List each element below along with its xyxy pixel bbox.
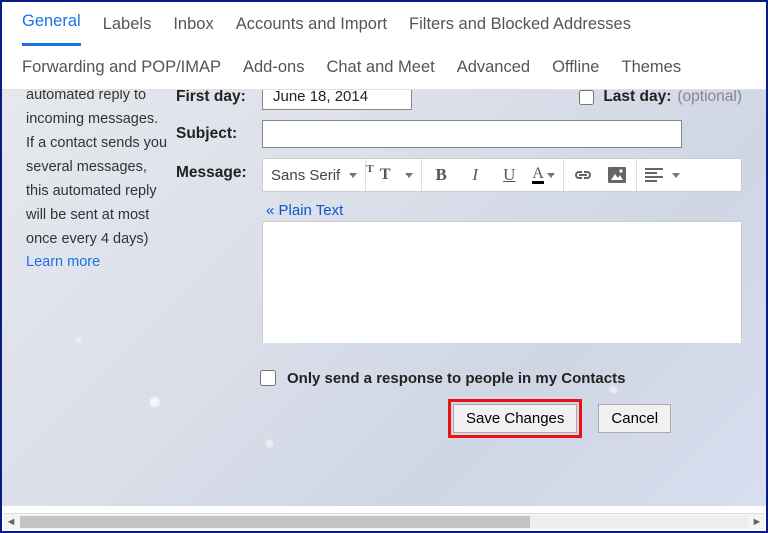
tab-accounts-import[interactable]: Accounts and Import	[236, 15, 387, 46]
insert-image-button[interactable]	[606, 159, 628, 191]
last-day-optional-hint: (optional)	[677, 90, 742, 106]
last-day-label: Last day:	[603, 90, 671, 106]
tab-chat-meet[interactable]: Chat and Meet	[326, 58, 434, 89]
tab-labels[interactable]: Labels	[103, 15, 152, 46]
contacts-only-checkbox[interactable]	[260, 370, 276, 386]
horizontal-scrollbar[interactable]: ◄ ►	[4, 513, 764, 529]
vacation-responder-description: automated reply to incoming messages. If…	[26, 90, 176, 275]
settings-tabs: General Labels Inbox Accounts and Import…	[2, 2, 766, 90]
underline-button[interactable]: U	[498, 159, 520, 191]
settings-content: automated reply to incoming messages. If…	[2, 90, 766, 506]
first-day-label: First day:	[176, 90, 262, 106]
scrollbar-track[interactable]	[20, 516, 748, 528]
link-icon	[573, 169, 593, 181]
scrollbar-thumb[interactable]	[20, 516, 530, 528]
message-label: Message:	[176, 158, 262, 182]
last-day-checkbox[interactable]	[579, 90, 594, 105]
tab-themes[interactable]: Themes	[621, 58, 681, 89]
tab-filters-blocked[interactable]: Filters and Blocked Addresses	[409, 15, 631, 46]
subject-label: Subject:	[176, 125, 262, 143]
font-family-label: Sans Serif	[271, 167, 340, 184]
tab-forwarding-pop-imap[interactable]: Forwarding and POP/IMAP	[22, 58, 221, 89]
text-color-icon: A	[532, 167, 544, 184]
subject-input[interactable]	[262, 120, 682, 148]
scroll-left-arrow-icon[interactable]: ◄	[4, 516, 18, 528]
tab-add-ons[interactable]: Add-ons	[243, 58, 304, 89]
description-text: automated reply to incoming messages. If…	[26, 90, 167, 247]
font-size-picker[interactable]: T	[366, 159, 422, 191]
bold-button[interactable]: B	[430, 159, 452, 191]
chevron-down-icon	[405, 173, 413, 178]
chevron-down-icon	[349, 173, 357, 178]
font-family-picker[interactable]: Sans Serif	[263, 159, 366, 191]
tab-inbox[interactable]: Inbox	[173, 15, 213, 46]
align-left-icon	[645, 168, 663, 182]
first-day-input[interactable]: June 18, 2014	[262, 90, 412, 110]
text-size-icon: T	[374, 159, 396, 191]
image-icon	[608, 167, 626, 183]
chevron-down-icon	[672, 173, 680, 178]
save-button-highlight: Save Changes	[448, 399, 582, 438]
rich-text-toolbar: Sans Serif T B I U	[262, 158, 742, 192]
learn-more-link[interactable]: Learn more	[26, 254, 100, 270]
text-color-button[interactable]: A	[532, 159, 555, 191]
text-align-picker[interactable]	[637, 159, 688, 191]
italic-button[interactable]: I	[464, 159, 486, 191]
scroll-right-arrow-icon[interactable]: ►	[750, 516, 764, 528]
save-changes-button[interactable]: Save Changes	[453, 404, 577, 433]
tab-advanced[interactable]: Advanced	[457, 58, 530, 89]
insert-link-button[interactable]	[572, 159, 594, 191]
message-editor[interactable]	[262, 221, 742, 343]
tab-offline[interactable]: Offline	[552, 58, 599, 89]
contacts-only-label: Only send a response to people in my Con…	[287, 370, 625, 387]
cancel-button[interactable]: Cancel	[598, 404, 671, 433]
tab-general[interactable]: General	[22, 12, 81, 46]
plain-text-link[interactable]: « Plain Text	[266, 202, 343, 219]
chevron-down-icon	[547, 173, 555, 178]
